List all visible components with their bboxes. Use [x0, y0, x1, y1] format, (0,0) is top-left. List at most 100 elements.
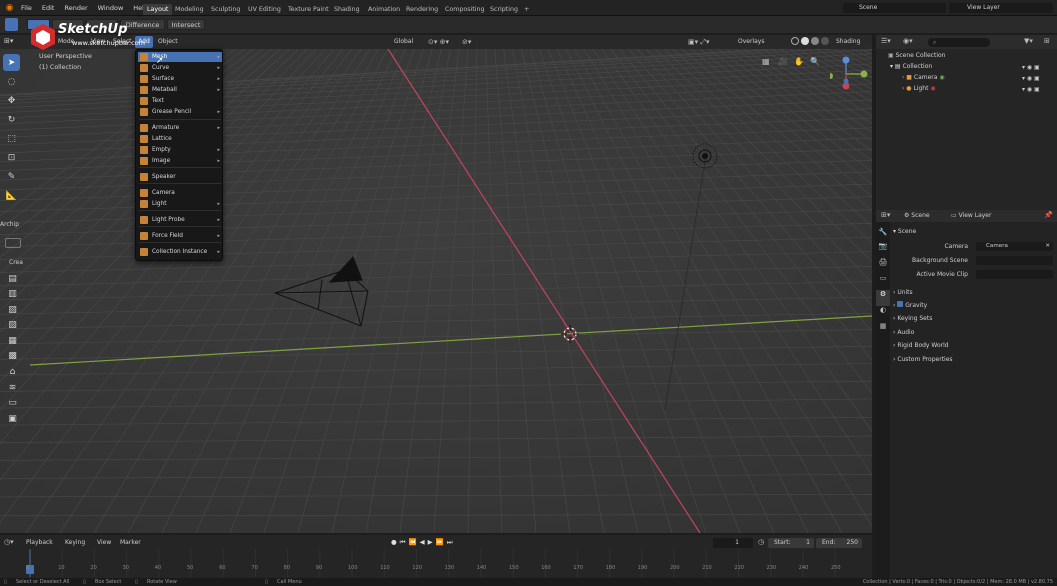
move-tool-icon[interactable]: ✥ — [3, 92, 20, 109]
scene-selector[interactable]: Scene — [843, 3, 946, 13]
tab-texture-paint[interactable]: Texture Paint — [284, 4, 333, 15]
camera-field[interactable]: Camera ✕ — [976, 242, 1053, 251]
door-tool-icon[interactable]: ▨ — [4, 319, 21, 332]
transform-tool-icon[interactable]: ⊡ — [3, 149, 20, 166]
fence-tool-icon[interactable]: ▦ — [4, 334, 21, 347]
intersect-button[interactable]: Intersect — [167, 19, 205, 30]
keying-menu[interactable]: Keying — [65, 538, 85, 548]
timeline-scrubber[interactable] — [0, 549, 872, 577]
tab-rendering[interactable]: Rendering — [402, 4, 442, 15]
audio-panel[interactable]: › Audio — [893, 327, 914, 338]
timeline-editor-icon[interactable]: ◷▾ — [4, 538, 14, 546]
add-menu-item-mesh[interactable]: Mesh ▸ — [138, 52, 222, 62]
play-icon[interactable]: ▶ — [428, 537, 433, 548]
tool-props-icon[interactable]: 🔧 — [876, 228, 890, 242]
units-panel[interactable]: › Units — [893, 287, 913, 298]
floor-tool-icon[interactable]: ▭ — [4, 397, 21, 410]
material-shading-icon[interactable] — [811, 37, 819, 45]
filter-icon[interactable]: ▼▾ — [1024, 37, 1033, 45]
add-menu-item-collection-instance[interactable]: Collection Instance ▸ — [138, 247, 222, 257]
ortho-grid-icon[interactable]: ▦ — [762, 57, 774, 67]
outliner-search-input[interactable]: ⌕ — [928, 38, 990, 47]
pivot-point-icon[interactable]: ⊙▾ ⊕▾ — [428, 37, 458, 47]
outliner-collection[interactable]: ▾ ▤ Collection — [890, 62, 932, 72]
add-menu-item-light-probe[interactable]: Light Probe ▸ — [138, 215, 222, 225]
proportional-edit-icon[interactable]: ⊘▾ — [462, 37, 478, 47]
add-menu-item-metaball[interactable]: Metaball ▸ — [138, 85, 222, 95]
gravity-panel[interactable]: › Gravity — [893, 300, 927, 311]
pin-icon[interactable]: 📌 — [1044, 211, 1053, 219]
rotate-tool-icon[interactable]: ↻ — [3, 111, 20, 128]
menu-edit[interactable]: Edit — [37, 0, 60, 16]
collection-props-icon[interactable]: ▦ — [876, 322, 890, 338]
tab-uv-editing[interactable]: UV Editing — [244, 4, 285, 15]
outliner-editor-icon[interactable]: ☰▾ — [881, 37, 891, 45]
properties-editor-icon[interactable]: ⊞▾ — [881, 211, 890, 219]
movie-clip-field[interactable] — [976, 270, 1053, 279]
clear-camera-icon[interactable]: ✕ — [1045, 242, 1050, 251]
archipack-panel-label[interactable]: Archip — [0, 221, 30, 228]
gravity-checkbox[interactable] — [897, 301, 904, 307]
3d-viewport[interactable] — [0, 35, 872, 533]
outliner-restrict-toggles[interactable]: ▾ ◉ ▣ ▾ ◉ ▣ ▾ ◉ ▣ — [1022, 62, 1052, 95]
visibility-icon[interactable]: ▣▾ ⤢▾ — [688, 37, 718, 47]
scene-props-icon[interactable]: ⚙ — [876, 290, 890, 306]
add-menu-item-curve[interactable]: Curve ▸ — [138, 63, 222, 73]
menu-file[interactable]: File — [16, 0, 37, 16]
preview-range-icon[interactable]: ◷ — [758, 538, 764, 546]
custom-props-panel[interactable]: › Custom Properties — [893, 354, 953, 365]
solid-shading-icon[interactable] — [801, 37, 809, 45]
jump-key-back-icon[interactable]: ⏪ — [409, 537, 417, 548]
jump-start-icon[interactable]: ⏮ — [400, 537, 406, 548]
timeline-view-menu[interactable]: View — [97, 538, 111, 548]
slab-tool-icon[interactable]: ▩ — [4, 350, 21, 363]
truss-tool-icon[interactable]: ≋ — [4, 381, 21, 394]
kitchen-tool-icon[interactable]: ▣ — [4, 412, 21, 425]
jump-key-forward-icon[interactable]: ⏩ — [436, 537, 444, 548]
tab-sculpting[interactable]: Sculpting — [207, 4, 244, 15]
outliner-scene-collection[interactable]: ▣ Scene Collection — [888, 51, 945, 61]
tab-shading[interactable]: Shading — [330, 4, 364, 15]
window-tool-icon[interactable]: ▥ — [4, 288, 21, 301]
annotate-tool-icon[interactable]: ✎ — [3, 168, 20, 185]
add-menu-item-force-field[interactable]: Force Field ▸ — [138, 231, 222, 241]
cursor-tool-icon[interactable]: ◌ — [3, 73, 20, 90]
blender-logo-icon[interactable]: ◉ — [3, 2, 16, 14]
props-view-layer-tab[interactable]: ▭ View Layer — [951, 212, 991, 219]
add-workspace-button[interactable]: + — [520, 4, 533, 15]
menu-window[interactable]: Window — [93, 0, 129, 16]
overlays-button[interactable]: Overlays — [726, 37, 774, 47]
add-menu-item-armature[interactable]: Armature ▸ — [138, 123, 222, 133]
shading-mode-buttons[interactable] — [791, 37, 833, 47]
transform-orientation[interactable]: Global — [384, 37, 426, 47]
play-reverse-icon[interactable]: ◀ — [420, 537, 425, 548]
playback-menu[interactable]: Playback — [26, 538, 53, 548]
add-menu-item-surface[interactable]: Surface ▸ — [138, 74, 222, 84]
zoom-icon[interactable]: 🔍 — [810, 57, 822, 67]
tab-modeling[interactable]: Modeling — [171, 4, 208, 15]
marker-menu[interactable]: Marker — [120, 538, 141, 548]
tab-layout[interactable]: Layout — [143, 4, 173, 15]
add-menu-item-light[interactable]: Light ▸ — [138, 199, 222, 209]
world-props-icon[interactable]: ◐ — [876, 306, 890, 322]
axis-gizmo[interactable] — [830, 54, 870, 94]
add-menu-item-lattice[interactable]: Lattice — [138, 134, 222, 144]
wall-tool-icon[interactable]: ▤ — [4, 272, 21, 285]
props-scene-tab[interactable]: ⚙ Scene — [904, 212, 930, 219]
camera-view-icon[interactable]: 🎥 — [778, 57, 790, 67]
record-icon[interactable]: ● — [391, 537, 397, 548]
editor-type-icon[interactable]: ⊞▾ — [4, 37, 20, 47]
tab-animation[interactable]: Animation — [364, 4, 404, 15]
display-mode-icon[interactable]: ◉▾ — [903, 37, 913, 45]
keying-sets-panel[interactable]: › Keying Sets — [893, 313, 932, 324]
roof-tool-icon[interactable]: ⌂ — [4, 366, 21, 379]
panel-toggle-icon[interactable] — [5, 238, 21, 248]
measure-tool-icon[interactable]: 📐 — [3, 187, 20, 204]
jump-end-icon[interactable]: ⏭ — [447, 537, 453, 548]
wireframe-shading-icon[interactable] — [791, 37, 799, 45]
scale-tool-icon[interactable]: ⬚ — [3, 130, 20, 147]
add-menu-item-grease-pencil[interactable]: Grease Pencil ▸ — [138, 107, 222, 117]
scene-section-header[interactable]: ▾ Scene — [893, 226, 916, 237]
output-props-icon[interactable]: 🖨 — [876, 258, 890, 274]
view-layer-selector[interactable]: View Layer — [949, 3, 1053, 13]
